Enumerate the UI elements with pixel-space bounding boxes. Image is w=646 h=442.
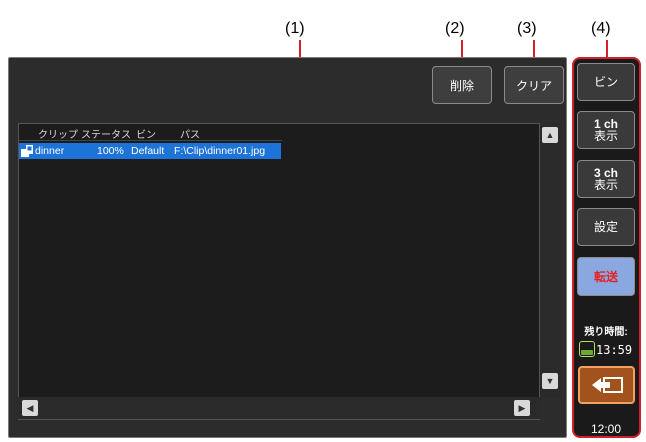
transfer-label: 転送 bbox=[593, 269, 618, 284]
clock: 12:00 bbox=[590, 422, 622, 436]
horizontal-scrollbar[interactable]: ◀ ▶ bbox=[18, 397, 540, 419]
clip-row[interactable]: dinner 100% Default F:\Clip\dinner01.jpg bbox=[19, 143, 281, 159]
clip-list[interactable]: クリップ ステータス ビン パス dinner 100% Default F:\… bbox=[18, 123, 540, 420]
bin-button-label: ビン bbox=[593, 75, 618, 89]
column-status[interactable]: ステータス bbox=[81, 126, 131, 141]
back-button[interactable] bbox=[578, 366, 635, 404]
settings-label: 設定 bbox=[593, 220, 618, 234]
battery-icon bbox=[579, 341, 595, 357]
scroll-down-icon[interactable]: ▼ bbox=[542, 373, 558, 389]
column-clip[interactable]: クリップ bbox=[38, 126, 78, 141]
callout-2: (2) bbox=[445, 20, 465, 37]
clip-path: F:\Clip\dinner01.jpg bbox=[174, 145, 266, 157]
clip-status: 100% bbox=[97, 145, 124, 157]
clip-list-header: クリップ ステータス ビン パス bbox=[19, 124, 282, 141]
callout-1: (1) bbox=[285, 20, 305, 37]
back-icon bbox=[591, 377, 623, 393]
callout-4: (4) bbox=[591, 20, 611, 37]
remaining-time-value: 13:59 bbox=[596, 343, 633, 357]
vertical-scrollbar[interactable]: ▲ ▼ bbox=[540, 123, 561, 398]
1ch-label-bottom: 表示 bbox=[593, 129, 618, 143]
column-bin[interactable]: ビン bbox=[136, 126, 156, 141]
delete-button[interactable]: 削除 bbox=[432, 66, 492, 104]
scroll-up-icon[interactable]: ▲ bbox=[542, 127, 558, 143]
column-path[interactable]: パス bbox=[180, 126, 200, 141]
settings-button[interactable]: 設定 bbox=[577, 208, 635, 246]
clear-button[interactable]: クリア bbox=[504, 66, 564, 104]
bin-button[interactable]: ビン bbox=[577, 63, 635, 101]
scroll-left-icon[interactable]: ◀ bbox=[22, 400, 38, 416]
callout-3: (3) bbox=[517, 20, 537, 37]
clip-bin: Default bbox=[131, 145, 165, 157]
1ch-display-button[interactable]: 1 ch 表示 bbox=[577, 111, 635, 149]
remaining-time-label: 残り時間: bbox=[584, 327, 628, 338]
3ch-label-bottom: 表示 bbox=[593, 178, 618, 192]
transfer-button[interactable]: 転送 bbox=[577, 257, 635, 296]
3ch-display-button[interactable]: 3 ch 表示 bbox=[577, 160, 635, 198]
scroll-right-icon[interactable]: ▶ bbox=[514, 400, 530, 416]
clip-icon bbox=[21, 145, 33, 157]
callout-4-line bbox=[606, 40, 608, 57]
clip-name: dinner bbox=[35, 145, 65, 157]
